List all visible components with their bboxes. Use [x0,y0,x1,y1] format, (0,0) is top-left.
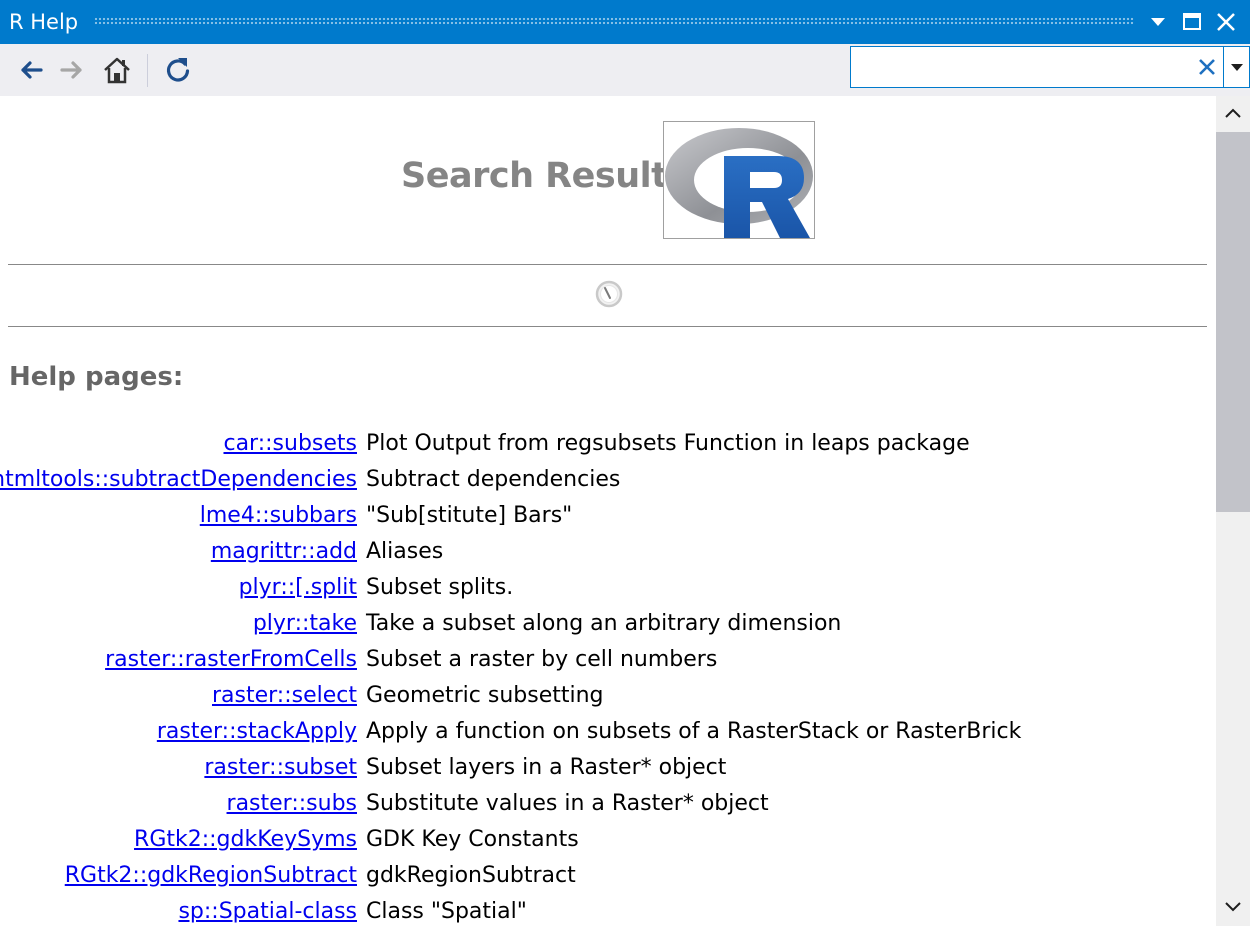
result-description: Subset a raster by cell numbers [366,647,718,672]
result-description: Plot Output from regsubsets Function in … [366,431,970,456]
result-link[interactable]: RGtk2::gdkRegionSubtract [65,863,357,888]
window-title: R Help [9,10,79,34]
result-row: plyr::[.split Subset splits. [0,572,1216,608]
divider-bottom [8,326,1207,327]
result-row: sp::Spatial-class Class "Spatial" [0,896,1216,926]
result-description: Substitute values in a Raster* object [366,791,769,816]
result-row: magrittr::add Aliases [0,536,1216,572]
scrollbar-thumb[interactable] [1216,132,1250,512]
result-row: RGtk2::gdkKeySyms GDK Key Constants [0,824,1216,860]
result-link[interactable]: raster::subset [204,755,357,780]
result-row: car::subsets Plot Output from regsubsets … [0,428,1216,464]
result-row: raster::select Geometric subsetting [0,680,1216,716]
maximize-icon[interactable] [1180,10,1204,34]
divider-top [8,264,1207,265]
search-input[interactable] [855,51,1189,85]
scroll-up-chevron-up-icon[interactable] [1216,96,1250,132]
result-description: Take a subset along an arbitrary dimensi… [366,611,842,636]
result-row: raster::subset Subset layers in a Raster*… [0,752,1216,788]
titlebar-grip[interactable] [94,17,1134,25]
result-description: Geometric subsetting [366,683,604,708]
result-row: raster::subs Substitute values in a Raste… [0,788,1216,824]
result-link[interactable]: RGtk2::gdkKeySyms [134,827,357,852]
refresh-icon[interactable] [163,55,193,85]
result-description: GDK Key Constants [366,827,579,852]
result-link[interactable]: raster::stackApply [157,719,357,744]
result-link[interactable]: lme4::subbars [200,503,357,528]
result-link[interactable]: magrittr::add [211,539,357,564]
result-link[interactable]: raster::subs [227,791,357,816]
result-link[interactable]: htmltools::subtractDependencies [0,467,357,492]
page-title: Search Results [401,156,688,196]
result-description: Subset layers in a Raster* object [366,755,727,780]
result-description: gdkRegionSubtract [366,863,576,888]
result-description: Aliases [366,539,444,564]
result-row: htmltools::subtractDependencies Subtract … [0,464,1216,500]
clear-search-close-icon[interactable] [1197,57,1217,77]
result-link[interactable]: plyr::take [253,611,357,636]
result-row: lme4::subbars "Sub[stitute] Bars" [0,500,1216,536]
back-arrow-left-icon[interactable] [16,55,46,85]
result-row: raster::rasterFromCells Subset a raster b… [0,644,1216,680]
r-logo [663,121,815,239]
result-row: RGtk2::gdkRegionSubtract gdkRegionSubtrac… [0,860,1216,896]
loading-spinner-icon [594,279,624,309]
search-dropdown-chevron-down-icon[interactable] [1224,46,1250,88]
window-menu-dropdown-icon[interactable] [1146,10,1170,34]
result-description: Subset splits. [366,575,514,600]
home-icon[interactable] [102,55,132,85]
forward-arrow-right-icon[interactable] [57,55,87,85]
result-description: Subtract dependencies [366,467,621,492]
section-heading: Help pages: [9,362,184,392]
close-icon[interactable] [1214,10,1238,34]
result-description: "Sub[stitute] Bars" [366,503,573,528]
result-row: raster::stackApply Apply a function on su… [0,716,1216,752]
result-description: Class "Spatial" [366,899,527,924]
result-link[interactable]: sp::Spatial-class [178,899,357,924]
result-link[interactable]: car::subsets [223,431,357,456]
window-titlebar: R Help [0,0,1250,44]
scroll-down-chevron-down-icon[interactable] [1216,890,1250,926]
result-row: plyr::take Take a subset along an arbitra… [0,608,1216,644]
result-link[interactable]: raster::rasterFromCells [105,647,357,672]
toolbar-separator [147,54,148,87]
results-list: car::subsets Plot Output from regsubsets … [0,428,1216,926]
result-link[interactable]: raster::select [212,683,357,708]
result-link[interactable]: plyr::[.split [239,575,357,600]
result-description: Apply a function on subsets of a RasterS… [366,719,1022,744]
search-box [850,46,1224,88]
vertical-scrollbar[interactable] [1216,96,1250,926]
help-content: Search Results Help pages: car::subsets … [0,96,1216,926]
